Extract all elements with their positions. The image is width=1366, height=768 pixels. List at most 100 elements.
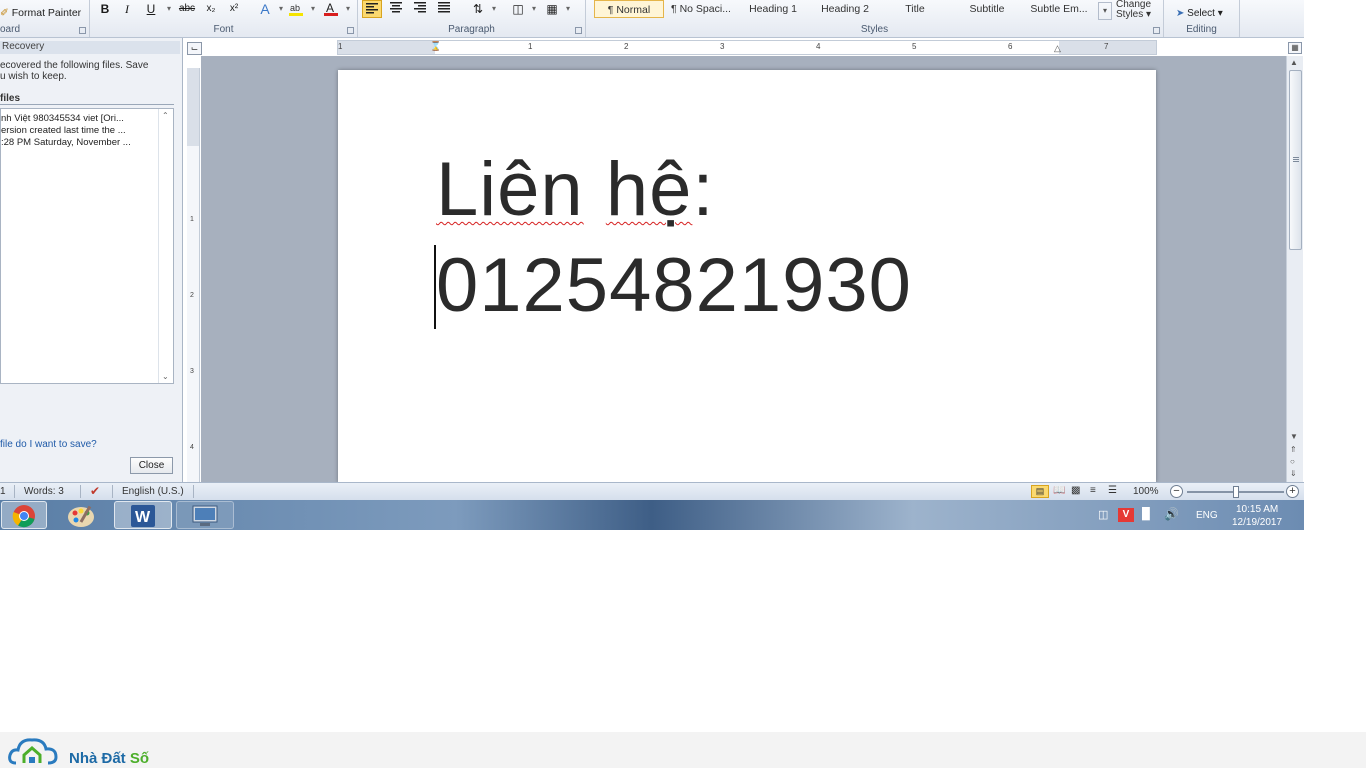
full-screen-reading-icon[interactable]: 📖 [1053, 485, 1065, 496]
remote-desktop-taskbar-button[interactable] [176, 501, 234, 529]
zoom-out-icon[interactable]: − [1170, 485, 1183, 498]
colon[interactable]: : [692, 147, 714, 232]
clock-time[interactable]: 10:15 AM [1236, 504, 1278, 515]
brand-name-part-1: Nhà Đất [69, 750, 130, 767]
status-bar: 1 Words: 3 ✔ English (U.S.) ▤ 📖 ▩ ≡ ☰ 10… [0, 482, 1304, 500]
network-icon[interactable]: █ [1142, 508, 1150, 520]
close-button[interactable]: Close [130, 457, 173, 474]
justify-button[interactable] [434, 0, 454, 18]
vietnamese-input-icon[interactable]: V [1118, 508, 1134, 522]
page-indicator[interactable]: 1 [0, 486, 6, 497]
align-center-button[interactable] [386, 0, 406, 18]
draft-view-icon[interactable]: ☰ [1108, 485, 1117, 496]
print-layout-view-icon[interactable]: ▤ [1031, 485, 1049, 498]
tab-selector[interactable]: ⌙ [187, 42, 202, 55]
align-center-icon [390, 2, 402, 13]
ruler-number: 3 [720, 42, 725, 51]
format-painter-label: Format Painter [11, 7, 82, 19]
document-line-1[interactable]: Liên hệ: [436, 146, 714, 233]
word-lien[interactable]: Liên [436, 147, 584, 232]
chrome-taskbar-button[interactable] [1, 501, 47, 529]
scroll-up-icon[interactable]: ⌃ [162, 111, 169, 120]
view-ruler-icon[interactable]: ▦ [1288, 42, 1302, 54]
text-cursor [434, 245, 436, 329]
bold-button[interactable]: B [96, 1, 114, 17]
subscript-button[interactable]: x₂ [202, 1, 220, 17]
available-files-header: files [0, 93, 21, 104]
highlight-dropdown-icon[interactable]: ▾ [304, 1, 322, 17]
vertical-ruler[interactable]: 1 2 3 4 [187, 68, 200, 482]
style-no-spacing[interactable]: ¶ No Spaci... [666, 0, 736, 18]
scroll-down-icon[interactable]: ▼ [1290, 432, 1298, 441]
recovered-file-name[interactable]: nh Việt 980345534 viet [Ori... [1, 113, 156, 124]
align-right-button[interactable] [410, 0, 430, 18]
word-count[interactable]: Words: 3 [24, 486, 64, 497]
document-page[interactable]: Liên hệ: 01254821930 [338, 70, 1156, 483]
style-subtle-emphasis[interactable]: Subtle Em... [1024, 0, 1094, 18]
style-heading-2[interactable]: Heading 2 [810, 0, 880, 18]
clock-date[interactable]: 12/19/2017 [1232, 517, 1282, 528]
line-spacing-dropdown-icon[interactable]: ▾ [484, 0, 504, 18]
underline-button[interactable]: U [142, 1, 160, 17]
change-styles-button[interactable]: Change Styles ▾ [1116, 0, 1151, 20]
clipboard-launcher-icon[interactable] [79, 27, 86, 34]
style-normal[interactable]: ¶ Normal [594, 0, 664, 18]
brand-name: Nhà Đất Số [69, 750, 149, 767]
ruler-number: 4 [816, 42, 821, 51]
recovered-file-list[interactable]: nh Việt 980345534 viet [Ori... ersion cr… [0, 108, 174, 384]
align-left-icon [366, 3, 378, 14]
vertical-scrollbar[interactable]: ▦ ▲ ▼ ⇑ ○ ⇓ [1286, 42, 1303, 482]
zoom-slider-thumb[interactable] [1232, 486, 1239, 498]
monitor-icon [192, 505, 218, 526]
ruler-number: 5 [912, 42, 917, 51]
select-browse-object-icon[interactable]: ○ [1290, 457, 1295, 466]
proofing-error-icon[interactable]: ✔ [90, 484, 100, 498]
clipboard-group-label: oard [0, 24, 21, 35]
system-tray: ◫ V █ 🔊 ENG 10:15 AM 12/19/2017 [1084, 500, 1304, 530]
indent-marker-icon[interactable]: ⌛ [430, 41, 441, 52]
web-layout-icon[interactable]: ▩ [1071, 485, 1080, 496]
strikethrough-button[interactable]: abc [176, 1, 198, 17]
word-he[interactable]: hệ [606, 147, 693, 232]
usb-icon[interactable]: ◫ [1098, 508, 1108, 521]
which-file-help-link[interactable]: file do I want to save? [0, 439, 97, 450]
word-taskbar-button[interactable]: W [114, 501, 172, 529]
document-line-2[interactable]: 01254821930 [436, 242, 912, 329]
format-painter-button[interactable]: ✐ Format Painter [0, 7, 81, 19]
paragraph-launcher-icon[interactable] [575, 27, 582, 34]
style-heading-1[interactable]: Heading 1 [738, 0, 808, 18]
zoom-in-icon[interactable]: + [1286, 485, 1299, 498]
styles-launcher-icon[interactable] [1153, 27, 1160, 34]
zoom-slider[interactable] [1187, 486, 1284, 498]
outline-view-icon[interactable]: ≡ [1090, 485, 1096, 496]
volume-icon[interactable]: 🔊 [1164, 507, 1179, 521]
highlight-icon[interactable]: ab [287, 1, 305, 17]
scroll-thumb[interactable] [1289, 70, 1302, 250]
shading-dropdown-icon[interactable]: ▾ [524, 0, 544, 18]
styles-more-icon[interactable]: ▾ [1098, 2, 1112, 20]
ruler-number: 7 [1104, 42, 1109, 51]
scroll-down-icon[interactable]: ⌄ [162, 372, 169, 381]
scroll-up-icon[interactable]: ▲ [1290, 58, 1298, 67]
zoom-level[interactable]: 100% [1133, 486, 1159, 497]
language-indicator[interactable]: English (U.S.) [122, 486, 184, 497]
italic-button[interactable]: I [118, 1, 136, 17]
right-indent-marker-icon[interactable]: △ [1054, 43, 1061, 54]
superscript-button[interactable]: x² [225, 1, 243, 17]
align-left-button[interactable] [362, 0, 382, 18]
file-list-scrollbar[interactable]: ⌃ ⌄ [158, 109, 173, 383]
font-color-icon[interactable]: A [322, 1, 340, 17]
next-page-icon[interactable]: ⇓ [1290, 469, 1297, 478]
input-language[interactable]: ENG [1196, 510, 1218, 521]
font-color-dropdown-icon[interactable]: ▾ [339, 1, 357, 17]
paint-taskbar-button[interactable] [52, 501, 110, 529]
chrome-icon [12, 505, 35, 528]
previous-page-icon[interactable]: ⇑ [1290, 445, 1297, 454]
horizontal-ruler[interactable]: 1 1 2 3 4 5 6 7 ⌛ △ [337, 40, 1157, 55]
ruler-number: 2 [190, 292, 194, 299]
borders-dropdown-icon[interactable]: ▾ [558, 0, 578, 18]
style-subtitle[interactable]: Subtitle [952, 0, 1022, 18]
font-launcher-icon[interactable] [347, 27, 354, 34]
select-button[interactable]: ➤ Select ▾ [1176, 8, 1223, 19]
style-title[interactable]: Title [880, 0, 950, 18]
